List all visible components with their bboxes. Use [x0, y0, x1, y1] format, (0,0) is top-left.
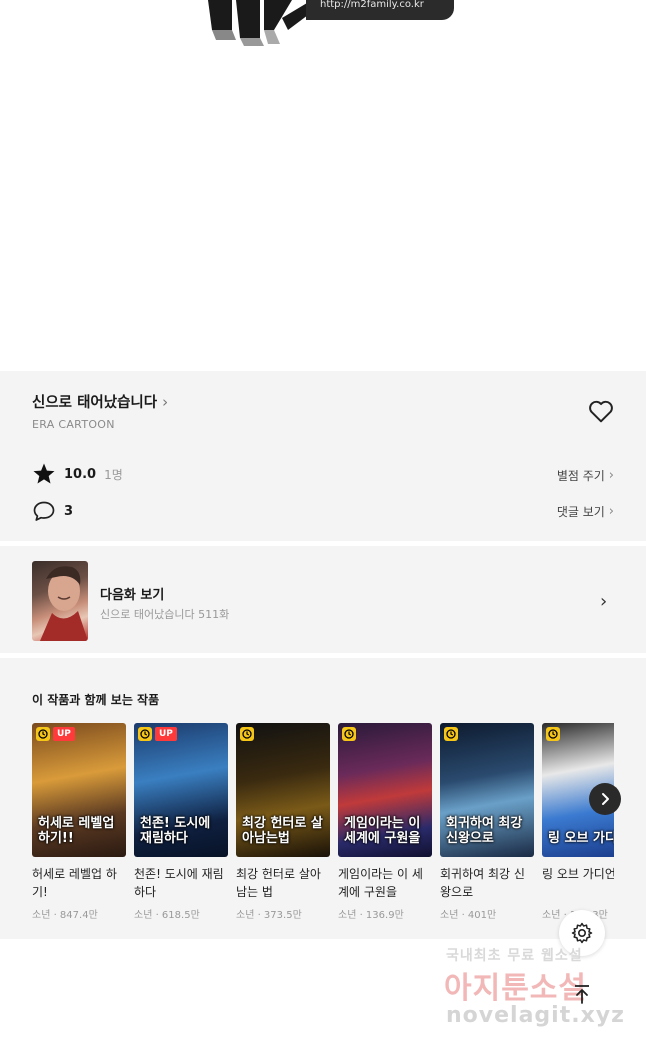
card-cover-image: 회귀하여 최강 신왕으로	[440, 723, 534, 857]
banner-url-pill: http://m2family.co.kr	[306, 0, 454, 20]
card-cover-image: UP 허세로 레벨업하기!!	[32, 723, 126, 857]
rating-value: 10.0	[64, 466, 97, 482]
site-watermark: 국내최초 무료 웹소설 아지툰소설 novelagit.xyz	[440, 945, 640, 1035]
clock-icon	[240, 727, 254, 741]
comments-link-label: 댓글 보기	[556, 505, 605, 519]
clock-icon	[36, 727, 50, 741]
next-episode-subtitle: 신으로 태어났습니다 511화	[100, 608, 230, 621]
card-cover-image: 게임이라는 이 세계에 구원을	[338, 723, 432, 857]
rating-count: 1명	[104, 467, 123, 482]
cover-title-art: 게임이라는 이 세계에 구원을	[344, 816, 421, 847]
card-meta: 소년 · 847.4만	[32, 910, 98, 921]
up-badge: UP	[53, 727, 75, 741]
card-meta: 소년 · 136.9만	[338, 910, 404, 921]
card-cover-image: 최강 헌터로 살아남는법	[236, 723, 330, 857]
scroll-to-top-button[interactable]	[566, 978, 598, 1010]
recommendation-card[interactable]: 게임이라는 이 세계에 구원을 게임이라는 이 세계에 구원을 소년 · 136…	[338, 723, 432, 921]
cover-title-art: 허세로 레벨업하기!!	[38, 816, 115, 847]
watermark-line1: 국내최초 무료 웹소설	[446, 948, 583, 964]
top-banner: http://m2family.co.kr	[196, 0, 458, 48]
chevron-right-icon: ›	[608, 504, 614, 519]
clock-icon	[342, 727, 356, 741]
carousel-next-button[interactable]	[589, 783, 621, 815]
series-title: 신으로 태어났습니다	[32, 395, 158, 411]
chevron-right-icon	[602, 793, 609, 805]
recommendation-card[interactable]: 링 오브 가디언 링 오브 가디언 소년 · 103.3만	[542, 723, 614, 921]
card-title: 링 오브 가디언	[542, 867, 614, 881]
heart-icon[interactable]	[588, 399, 614, 423]
card-meta: 소년 · 373.5만	[236, 910, 302, 921]
clock-icon	[138, 727, 152, 741]
series-header: 신으로 태어났습니다 › ERA CARTOON 10.0 1명 별점 주기 ›…	[0, 371, 646, 541]
star-icon	[33, 463, 55, 484]
clock-icon	[444, 727, 458, 741]
gear-icon	[571, 922, 593, 944]
series-title-link[interactable]: 신으로 태어났습니다 ›	[32, 391, 168, 412]
next-episode-label: 다음화 보기	[100, 588, 165, 603]
cover-title-art: 천존! 도시에 재림하다	[140, 816, 211, 847]
up-badge: UP	[155, 727, 177, 741]
comments-link[interactable]: 댓글 보기 ›	[557, 503, 614, 520]
chevron-right-icon: ›	[608, 468, 614, 483]
card-title: 회귀하여 최강 신왕으로	[440, 867, 525, 899]
series-author: ERA CARTOON	[32, 418, 115, 431]
recommendation-card[interactable]: UP 허세로 레벨업하기!! 허세로 레벨업 하기! 소년 · 847.4만	[32, 723, 126, 921]
card-meta: 소년 · 618.5만	[134, 910, 200, 921]
recommendation-card[interactable]: UP 천존! 도시에 재림하다 천존! 도시에 재림하다 소년 · 618.5만	[134, 723, 228, 921]
rate-link-label: 별점 주기	[556, 469, 605, 483]
clock-icon	[546, 727, 560, 741]
chevron-right-icon[interactable]: ›	[600, 591, 607, 612]
settings-button[interactable]	[559, 910, 605, 956]
rating-row: 10.0 1명	[32, 462, 123, 486]
recommendations-heading: 이 작품과 함께 보는 작품	[32, 693, 160, 707]
chevron-right-icon: ›	[162, 392, 169, 411]
card-meta: 소년 · 401만	[440, 910, 497, 921]
next-episode-thumbnail[interactable]	[32, 561, 88, 641]
recommendations-carousel[interactable]: UP 허세로 레벨업하기!! 허세로 레벨업 하기! 소년 · 847.4만 U…	[32, 723, 614, 923]
recommendation-card[interactable]: 회귀하여 최강 신왕으로 회귀하여 최강 신왕으로 소년 · 401만	[440, 723, 534, 921]
arrow-up-icon	[575, 985, 589, 1004]
card-title: 허세로 레벨업 하기!	[32, 867, 117, 899]
comments-row: 3	[32, 499, 73, 523]
card-title: 천존! 도시에 재림하다	[134, 867, 224, 899]
card-cover-image: UP 천존! 도시에 재림하다	[134, 723, 228, 857]
next-episode-section[interactable]	[0, 546, 646, 653]
next-episode-image	[40, 566, 88, 641]
cover-title-art: 회귀하여 최강 신왕으로	[446, 816, 523, 847]
watermark-line3: novelagit.xyz	[446, 1003, 625, 1028]
rate-link[interactable]: 별점 주기 ›	[557, 467, 614, 484]
card-title: 게임이라는 이 세계에 구원을	[338, 867, 423, 899]
m2-logo-image	[208, 0, 312, 46]
cover-title-art: 최강 헌터로 살아남는법	[242, 816, 323, 847]
banner-url-text: http://m2family.co.kr	[320, 0, 424, 10]
comment-count: 3	[64, 503, 74, 519]
card-title: 최강 헌터로 살아남는 법	[236, 867, 321, 899]
speech-bubble-icon	[33, 501, 55, 521]
recommendation-card[interactable]: 최강 헌터로 살아남는법 최강 헌터로 살아남는 법 소년 · 373.5만	[236, 723, 330, 921]
cover-title-art: 링 오브 가디언	[548, 831, 614, 847]
